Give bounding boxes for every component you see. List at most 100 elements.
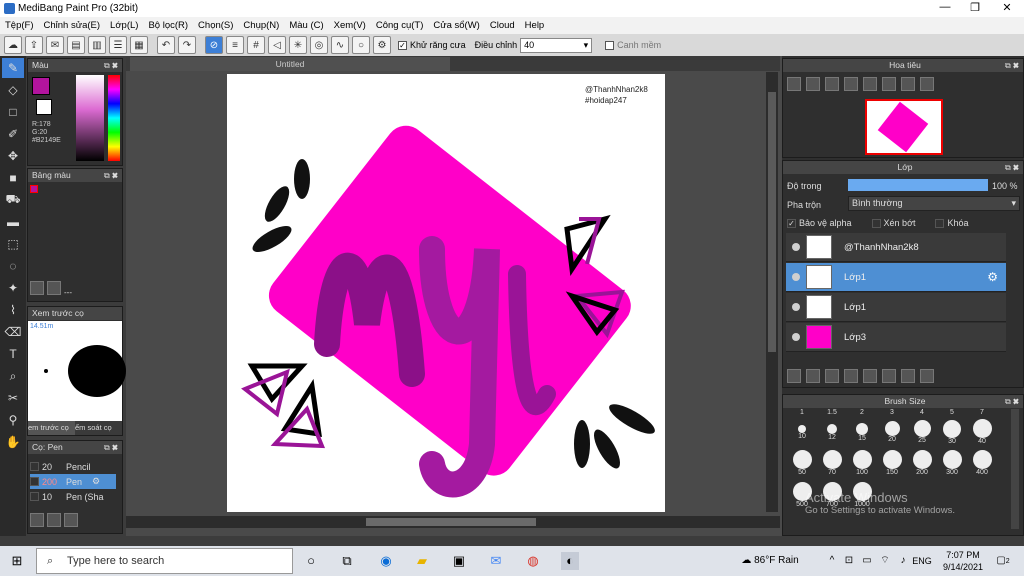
eyedropper-tool-icon[interactable]: ⚲ — [2, 410, 24, 430]
rotate-left-icon[interactable] — [863, 77, 877, 91]
layer-row[interactable]: @ThanhNhan2k8 — [786, 233, 1006, 262]
visibility-icon[interactable] — [792, 333, 800, 341]
gradient-tool-icon[interactable]: ▬ — [2, 212, 24, 232]
add-swatch-icon[interactable] — [30, 281, 44, 295]
primary-color-swatch[interactable] — [32, 77, 50, 95]
cloud-icon[interactable]: ☁ — [4, 36, 22, 54]
brush-size-cell[interactable]: 200 — [907, 448, 937, 478]
minimize-button[interactable]: — — [930, 1, 960, 16]
gear-icon[interactable]: ⚙ — [92, 476, 100, 487]
chrome-icon[interactable]: ◍ — [524, 552, 542, 570]
canvas-paper[interactable]: @ThanhNhan2k8 #hoidap247 — [227, 74, 665, 512]
delete-swatch-icon[interactable] — [47, 281, 61, 295]
brush-size-cell[interactable]: 1.5 — [817, 409, 847, 416]
menu-cloud[interactable]: Cloud — [490, 20, 515, 31]
brush-tool-icon[interactable]: ✎ — [2, 58, 24, 78]
parallel-snap-icon[interactable]: ≡ — [226, 36, 244, 54]
fill-rect-tool-icon[interactable]: ■ — [2, 168, 24, 188]
menu-snap[interactable]: Chụp(N) — [243, 20, 279, 31]
dot-tool-icon[interactable]: ✐ — [2, 124, 24, 144]
text-tool-icon[interactable]: T — [2, 344, 24, 364]
duplicate-layer-icon[interactable] — [825, 369, 839, 383]
panel-close-icon[interactable]: ⧉ ✖ — [1005, 161, 1019, 174]
windows-start-icon[interactable]: ⊞ — [8, 552, 26, 570]
brush-size-cell[interactable]: 2 — [847, 409, 877, 416]
close-window-button[interactable]: ✕ — [992, 1, 1022, 16]
brush-size-cell[interactable]: 100 — [847, 448, 877, 478]
battery-icon[interactable]: ▭ — [858, 552, 876, 570]
circle-snap-icon[interactable]: ◎ — [310, 36, 328, 54]
list-icon[interactable]: ☰ — [109, 36, 127, 54]
hue-bar[interactable] — [108, 75, 120, 161]
language-indicator[interactable]: ENG — [910, 552, 934, 570]
protect-alpha-checkbox[interactable]: ✓ — [787, 219, 796, 229]
eraser-tool-icon[interactable]: ◇ — [2, 80, 24, 100]
scroll-thumb[interactable] — [768, 92, 776, 352]
bucket-tool-icon[interactable]: ⛟ — [2, 190, 24, 210]
layer-property-icon[interactable] — [901, 369, 915, 383]
panel-close-icon[interactable]: ⧉ ✖ — [1005, 395, 1019, 408]
brush-item[interactable]: 20 Pencil — [30, 459, 116, 474]
magic-wand-icon[interactable]: ✦ — [2, 278, 24, 298]
new-layer-icon[interactable] — [787, 369, 801, 383]
new-halftone-layer-icon[interactable] — [806, 369, 820, 383]
copy-brush-icon[interactable] — [64, 513, 78, 527]
opacity-slider[interactable] — [848, 179, 988, 191]
clock[interactable]: 7:07 PM 9/14/2021 — [940, 549, 986, 573]
lasso-tool-icon[interactable]: ◌ — [2, 256, 24, 276]
adjust-dropdown[interactable]: 40 ▾ — [520, 37, 593, 53]
brush-size-cell[interactable]: 70 — [817, 448, 847, 478]
menu-window[interactable]: Cửa sổ(W) — [433, 20, 479, 31]
ellipse-snap-icon[interactable]: ○ — [352, 36, 370, 54]
tab-brush-control[interactable]: ểm soát cọ — [75, 421, 122, 435]
saturation-square[interactable] — [76, 75, 104, 161]
brush-size-cell[interactable]: 7 — [967, 409, 997, 416]
file-explorer-icon[interactable]: ▰ — [413, 552, 431, 570]
brush-size-cell[interactable]: 15 — [847, 418, 877, 446]
brush-size-cell[interactable]: 3 — [877, 409, 907, 416]
brush-size-cell[interactable]: 150 — [877, 448, 907, 478]
medibang-taskbar-icon[interactable]: ◐ — [561, 552, 579, 570]
menu-file[interactable]: Tệp(F) — [5, 20, 34, 31]
palette-swatch[interactable] — [30, 185, 38, 193]
menu-view[interactable]: Xem(V) — [334, 20, 366, 31]
folder-icon[interactable] — [863, 369, 877, 383]
task-view-icon[interactable]: ⧉ — [338, 552, 356, 570]
menu-edit[interactable]: Chỉnh sửa(E) — [44, 20, 101, 31]
share-icon[interactable]: ⇪ — [25, 36, 43, 54]
menu-color[interactable]: Màu (C) — [289, 20, 323, 31]
divide-tool-icon[interactable]: ✂ — [2, 388, 24, 408]
brush-size-cell[interactable]: 25 — [907, 418, 937, 446]
gear-icon[interactable]: ⚙ — [987, 270, 998, 284]
notification-icon[interactable]: ▢2 — [994, 552, 1012, 570]
merge-icon[interactable] — [882, 369, 896, 383]
panel-close-icon[interactable]: ⧉ ✖ — [104, 59, 118, 72]
hand-tool-icon[interactable]: ✋ — [2, 432, 24, 452]
move-tool-icon[interactable]: ✥ — [2, 146, 24, 166]
brush-size-cell[interactable]: 5 — [937, 409, 967, 416]
brush-size-cell[interactable]: 40 — [967, 418, 997, 446]
mail-icon[interactable]: ✉ — [487, 552, 505, 570]
brush-item[interactable]: 10 Pen (Sha — [30, 489, 116, 504]
settings-icon[interactable]: ⚙ — [373, 36, 391, 54]
menu-filter[interactable]: Bộ lọc(R) — [148, 20, 188, 31]
chevron-up-icon[interactable]: ^ — [823, 552, 841, 570]
menu-select[interactable]: Chọn(S) — [198, 20, 233, 31]
lock-checkbox[interactable] — [935, 219, 945, 229]
weather-widget[interactable]: ☁ 86°F Rain — [740, 552, 800, 570]
layer-row-selected[interactable]: Lớp1 ⚙ — [786, 263, 1006, 292]
brush-size-cell[interactable]: 4 — [907, 409, 937, 416]
secondary-color-swatch[interactable] — [36, 99, 52, 115]
tab-untitled[interactable]: Untitled — [130, 57, 450, 71]
store-icon[interactable]: ▣ — [450, 552, 468, 570]
menu-help[interactable]: Help — [525, 20, 545, 31]
curve-snap-icon[interactable]: ∿ — [331, 36, 349, 54]
panel-close-icon[interactable]: ⧉ ✖ — [104, 169, 118, 182]
scroll-thumb[interactable] — [366, 518, 536, 526]
flip-icon[interactable] — [920, 77, 934, 91]
restore-button[interactable]: ❐ — [960, 1, 990, 16]
smooth-checkbox[interactable] — [605, 41, 615, 51]
add-layer-dropdown-icon[interactable] — [844, 369, 858, 383]
page-icon[interactable] — [47, 513, 61, 527]
clipping-checkbox[interactable] — [871, 219, 881, 229]
